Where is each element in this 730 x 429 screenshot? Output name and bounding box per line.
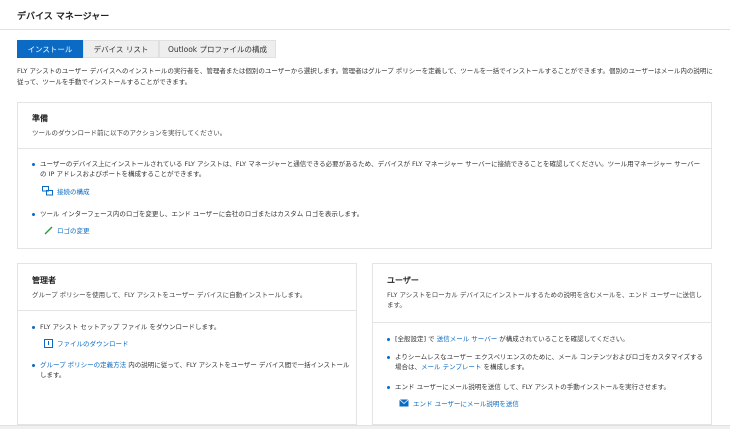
user-title: ユーザー [387,276,419,285]
network-icon [42,186,53,196]
user-bullet-template: よりシームレスなユーザー エクスペリエンスのために、メール コンテンツおよびロゴ… [387,352,705,372]
send-email-label: エンド ユーザーにメール説明を送信 [413,400,519,408]
tab-bar: インストール デバイス リスト Outlook プロファイルの構成 [17,40,276,58]
send-email-link[interactable]: エンド ユーザーにメール説明を送信 [399,398,519,408]
configure-connection-label: 接続の構成 [57,188,90,196]
pencil-icon [44,226,53,234]
prep-subtitle: ツールのダウンロード前に以下のアクションを実行してください。 [32,129,227,137]
mail-server-post: が構成されていることを確認してください。 [497,335,629,343]
user-panel: ユーザー FLY アシストをローカル デバイスにインストールするための説明を含む… [372,263,712,425]
admin-title: 管理者 [32,276,56,285]
intro-text: FLY アシストのユーザー デバイスへのインストールの実行者を、管理者または個別… [17,67,713,86]
prep-title: 準備 [32,114,48,123]
change-logo-link[interactable]: ロゴの変更 [44,225,90,235]
download-file-link[interactable]: ファイルのダウンロード [44,338,129,348]
group-policy-link[interactable]: グループ ポリシーの定義方法 [40,361,126,369]
change-logo-label: ロゴの変更 [57,227,90,235]
admin-panel: 管理者 グループ ポリシーを使用して、FLY アシストをユーザー デバイスに自動… [17,263,357,425]
divider [18,148,711,149]
admin-subtitle: グループ ポリシーを使用して、FLY アシストをユーザー デバイスに自動インスト… [32,291,307,299]
admin-bullet-group-policy: グループ ポリシーの定義方法 内の説明に従って、FLY アシストをユーザー デバ… [32,360,350,380]
divider [373,322,711,323]
prep-panel: 準備 ツールのダウンロード前に以下のアクションを実行してください。 ユーザーのデ… [17,102,712,249]
prep-bullet-logo: ツール インターフェース内のロゴを変更し、エンド ユーザーに会社のロゴまたはカス… [32,209,704,219]
admin-bullet-download: FLY アシスト セットアップ ファイル をダウンロードします。 [32,322,350,332]
user-bullet-send: エンド ユーザーにメール説明を送信 して、FLY アシストの手動インストールを実… [387,382,705,392]
configure-connection-link[interactable]: 接続の構成 [42,186,90,196]
divider [18,310,356,311]
outgoing-mail-server-link[interactable]: 送信メール サーバー [437,335,498,343]
mail-server-pre: [全般設定] で [395,335,437,343]
page-title: デバイス マネージャー [17,12,110,22]
user-bullet-mail-server: [全般設定] で 送信メール サーバー が構成されていることを確認してください。 [387,334,705,344]
email-icon [399,399,409,407]
user-subtitle: FLY アシストをローカル デバイスにインストールするための説明を含むメールを、… [387,291,702,309]
bottom-bar [0,425,730,429]
tab-outlook-profile[interactable]: Outlook プロファイルの構成 [159,40,276,58]
template-post: を構成します。 [481,363,529,371]
mail-template-link[interactable]: メール テンプレート [421,363,481,371]
tab-device-list[interactable]: デバイス リスト [83,40,159,58]
download-icon [44,338,53,348]
title-bar: デバイス マネージャー [0,0,730,30]
tab-install[interactable]: インストール [17,40,83,58]
prep-bullet-connection: ユーザーのデバイス上にインストールされている FLY アシストは、FLY マネー… [32,159,704,179]
download-file-label: ファイルのダウンロード [57,340,129,348]
